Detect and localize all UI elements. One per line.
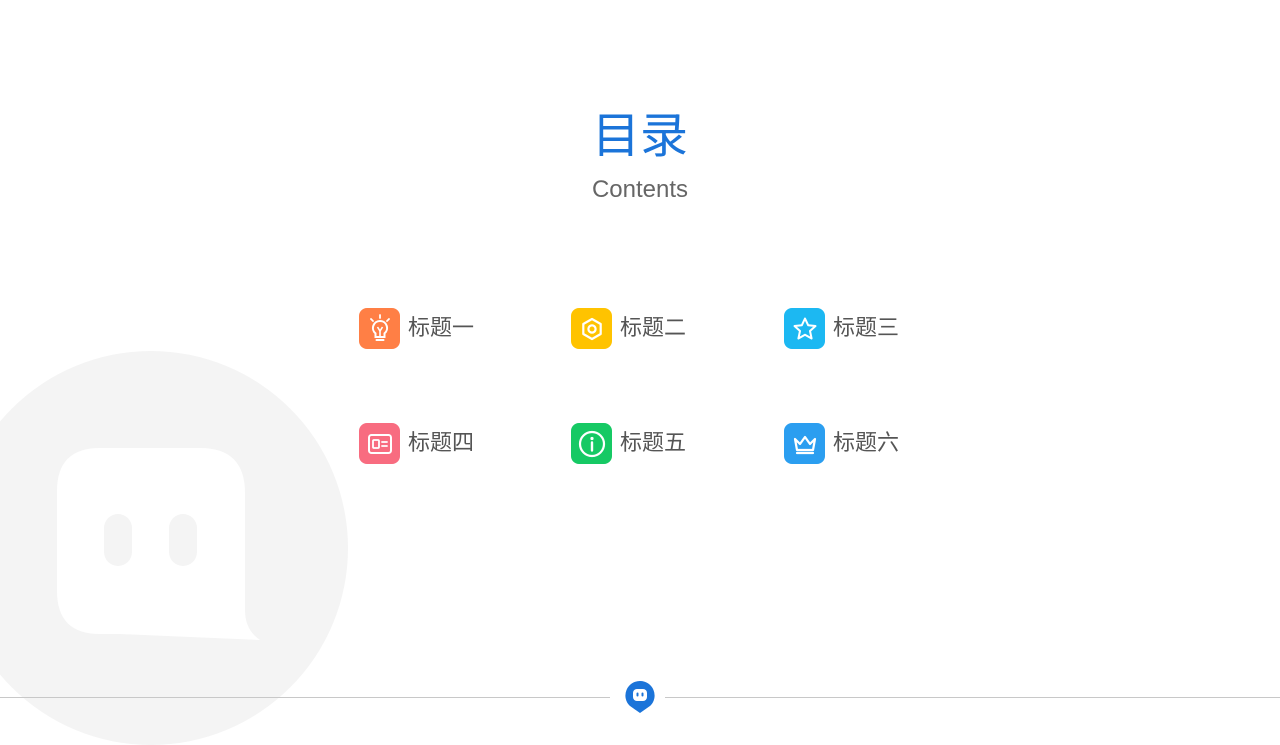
toc-item-label: 标题三: [833, 315, 900, 341]
footer-divider-right: [665, 697, 1280, 698]
chat-bubble-logo-icon: [625, 680, 655, 713]
footer-divider-left: [0, 697, 610, 698]
toc-item-label: 标题二: [620, 315, 687, 341]
toc-item-2[interactable]: 标题二: [571, 308, 686, 349]
star-icon: [784, 308, 825, 349]
toc-item-1[interactable]: 标题一: [359, 308, 474, 349]
toc-item-label: 标题四: [408, 430, 475, 456]
toc-item-6[interactable]: 标题六: [784, 423, 899, 464]
crown-icon: [784, 423, 825, 464]
toc-item-label: 标题六: [833, 430, 900, 456]
hexagon-nut-icon: [571, 308, 612, 349]
toc-item-4[interactable]: 标题四: [359, 423, 474, 464]
toc-item-label: 标题五: [620, 430, 687, 456]
page-title: 目录: [591, 108, 688, 164]
id-card-icon: [359, 423, 400, 464]
toc-item-5[interactable]: 标题五: [571, 423, 686, 464]
info-icon: [571, 423, 612, 464]
toc-item-label: 标题一: [408, 315, 475, 341]
lightbulb-icon: [359, 308, 400, 349]
page-subtitle: Contents: [591, 176, 689, 203]
toc-item-3[interactable]: 标题三: [784, 308, 899, 349]
